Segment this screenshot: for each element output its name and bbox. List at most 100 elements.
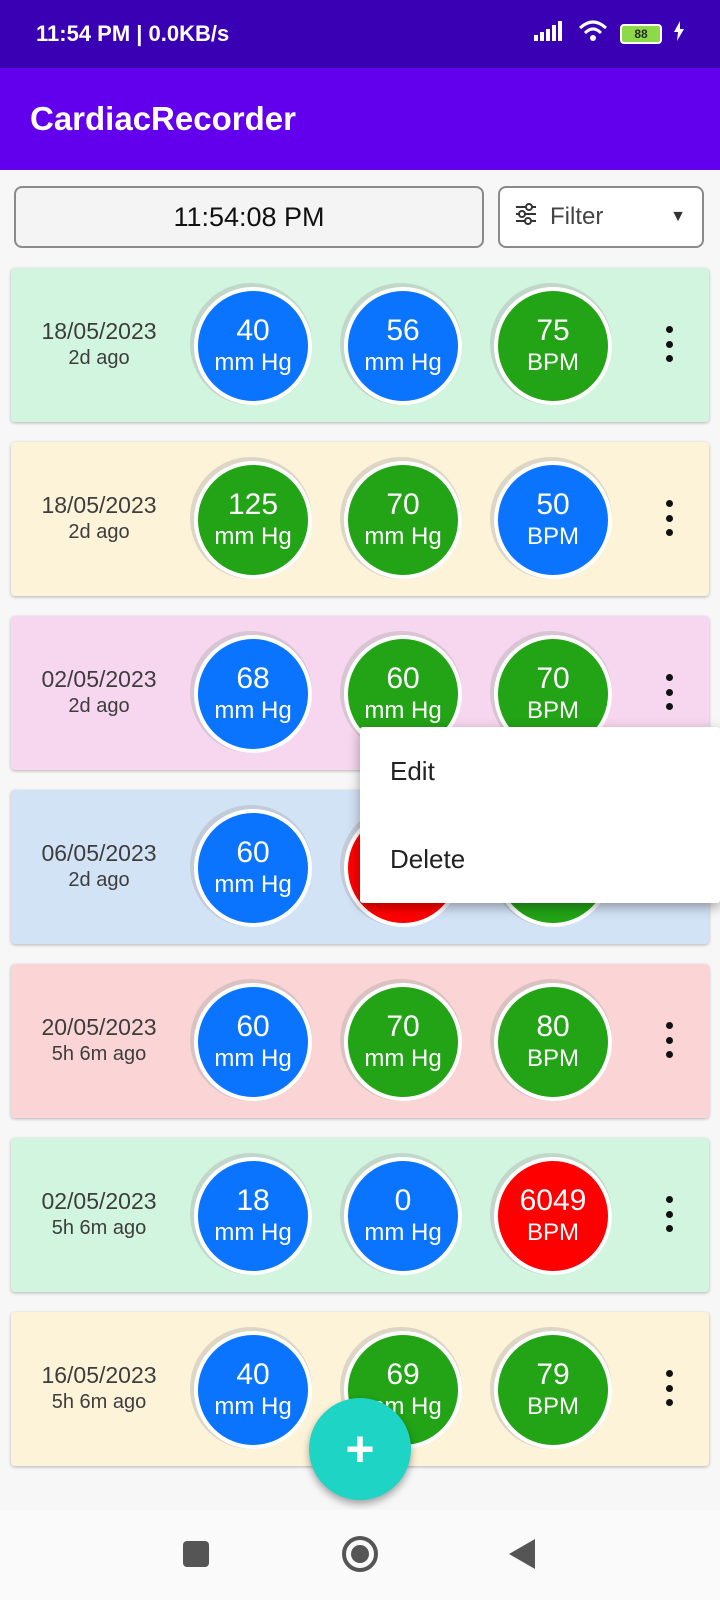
list-item[interactable]: 18/05/2023 2d ago 40 mm Hg 56 mm Hg 75 B… <box>11 268 709 422</box>
systolic-value: 125 <box>227 488 279 521</box>
systolic-value: 68 <box>236 662 270 695</box>
record-date: 02/05/2023 5h 6m ago <box>11 1188 187 1240</box>
systolic-value: 60 <box>236 836 270 869</box>
record-date-text: 20/05/2023 <box>41 1014 157 1040</box>
wifi-icon <box>578 20 608 48</box>
record-date: 02/05/2023 2d ago <box>11 666 187 718</box>
pulse-value: 75 <box>536 314 570 347</box>
record-date: 06/05/2023 2d ago <box>11 840 187 892</box>
signal-icon <box>534 21 566 47</box>
status-icons: 88 <box>534 20 684 48</box>
pulse-value: 80 <box>536 1010 570 1043</box>
diastolic-circle: 70 mm Hg <box>344 461 462 579</box>
systolic-circle: 60 mm Hg <box>194 983 312 1101</box>
record-date-text: 18/05/2023 <box>41 318 157 344</box>
diastolic-value: 70 <box>386 1010 420 1043</box>
systolic-circle: 40 mm Hg <box>194 287 312 405</box>
sliders-icon <box>514 202 538 233</box>
pulse-circle: 75 BPM <box>494 287 612 405</box>
diastolic-value: 60 <box>386 662 420 695</box>
diastolic-unit: mm Hg <box>364 1219 442 1246</box>
plus-icon: + <box>345 1421 375 1477</box>
pulse-value: 70 <box>536 662 570 695</box>
filter-label: Filter <box>550 203 604 230</box>
systolic-unit: mm Hg <box>214 697 292 724</box>
context-menu: Edit Delete <box>360 727 720 903</box>
record-date-text: 06/05/2023 <box>41 840 157 866</box>
systolic-circle: 18 mm Hg <box>194 1157 312 1275</box>
more-options-icon[interactable] <box>661 1194 677 1234</box>
back-triangle-icon <box>509 1539 535 1569</box>
systolic-unit: mm Hg <box>214 1045 292 1072</box>
systolic-value: 18 <box>236 1184 270 1217</box>
diastolic-unit: mm Hg <box>364 349 442 376</box>
toolbar: 11:54:08 PM Filter ▼ <box>0 170 720 262</box>
list-item[interactable]: 20/05/2023 5h 6m ago 60 mm Hg 70 mm Hg 8… <box>11 964 709 1118</box>
systolic-circle: 68 mm Hg <box>194 635 312 753</box>
systolic-unit: mm Hg <box>214 523 292 550</box>
chevron-down-icon: ▼ <box>670 208 686 225</box>
pulse-unit: BPM <box>526 1219 579 1246</box>
pulse-value: 50 <box>536 488 570 521</box>
pulse-circle: 80 BPM <box>494 983 612 1101</box>
systolic-unit: mm Hg <box>214 1219 292 1246</box>
record-date: 18/05/2023 2d ago <box>11 492 187 544</box>
system-nav-bar <box>0 1510 720 1600</box>
list-item[interactable]: 18/05/2023 2d ago 125 mm Hg 70 mm Hg 50 … <box>11 442 709 596</box>
more-options-icon[interactable] <box>661 324 677 364</box>
filter-dropdown[interactable]: Filter ▼ <box>498 186 704 248</box>
record-relative-time: 2d ago <box>68 695 130 717</box>
more-options-icon[interactable] <box>661 498 677 538</box>
systolic-value: 40 <box>236 314 270 347</box>
home-circle-icon <box>342 1536 378 1572</box>
app-title: CardiacRecorder <box>30 100 296 137</box>
pulse-value: 6049 <box>519 1184 587 1217</box>
diastolic-circle: 56 mm Hg <box>344 287 462 405</box>
back-button[interactable] <box>502 1534 542 1574</box>
edit-menu-item[interactable]: Edit <box>360 727 720 815</box>
diastolic-circle: 0 mm Hg <box>344 1157 462 1275</box>
systolic-unit: mm Hg <box>214 1393 292 1420</box>
systolic-value: 60 <box>236 1010 270 1043</box>
record-date: 18/05/2023 2d ago <box>11 318 187 370</box>
pulse-unit: BPM <box>526 697 579 724</box>
charging-icon <box>674 21 684 47</box>
diastolic-value: 0 <box>394 1184 412 1217</box>
record-date-text: 02/05/2023 <box>41 666 157 692</box>
diastolic-unit: mm Hg <box>364 697 442 724</box>
pulse-circle: 50 BPM <box>494 461 612 579</box>
record-relative-time: 2d ago <box>68 347 130 369</box>
add-record-button[interactable]: + <box>309 1398 411 1500</box>
record-relative-time: 5h 6m ago <box>51 1043 147 1065</box>
recents-button[interactable] <box>176 1534 216 1574</box>
more-options-icon[interactable] <box>661 1020 677 1060</box>
pulse-circle: 6049 BPM <box>494 1157 612 1275</box>
systolic-unit: mm Hg <box>214 349 292 376</box>
list-item[interactable]: 02/05/2023 5h 6m ago 18 mm Hg 0 mm Hg 60… <box>11 1138 709 1292</box>
home-button[interactable] <box>340 1534 380 1574</box>
record-date: 20/05/2023 5h 6m ago <box>11 1014 187 1066</box>
record-relative-time: 5h 6m ago <box>51 1391 147 1413</box>
more-options-icon[interactable] <box>661 1368 677 1408</box>
record-date-text: 02/05/2023 <box>41 1188 157 1214</box>
systolic-circle: 40 mm Hg <box>194 1331 312 1449</box>
pulse-value: 79 <box>536 1358 570 1391</box>
diastolic-unit: mm Hg <box>364 523 442 550</box>
record-relative-time: 2d ago <box>68 869 130 891</box>
systolic-unit: mm Hg <box>214 871 292 898</box>
more-options-icon[interactable] <box>661 672 677 712</box>
systolic-circle: 60 mm Hg <box>194 809 312 927</box>
pulse-unit: BPM <box>526 523 579 550</box>
status-time: 11:54 PM | 0.0KB/s <box>36 21 230 46</box>
pulse-unit: BPM <box>526 1045 579 1072</box>
diastolic-value: 56 <box>386 314 420 347</box>
systolic-value: 40 <box>236 1358 270 1391</box>
diastolic-value: 69 <box>386 1358 420 1391</box>
record-relative-time: 2d ago <box>68 521 130 543</box>
delete-menu-item[interactable]: Delete <box>360 815 720 903</box>
app-bar: CardiacRecorder <box>0 68 720 170</box>
pulse-unit: BPM <box>526 349 579 376</box>
record-date-text: 16/05/2023 <box>41 1362 157 1388</box>
systolic-circle: 125 mm Hg <box>194 461 312 579</box>
record-relative-time: 5h 6m ago <box>51 1217 147 1239</box>
